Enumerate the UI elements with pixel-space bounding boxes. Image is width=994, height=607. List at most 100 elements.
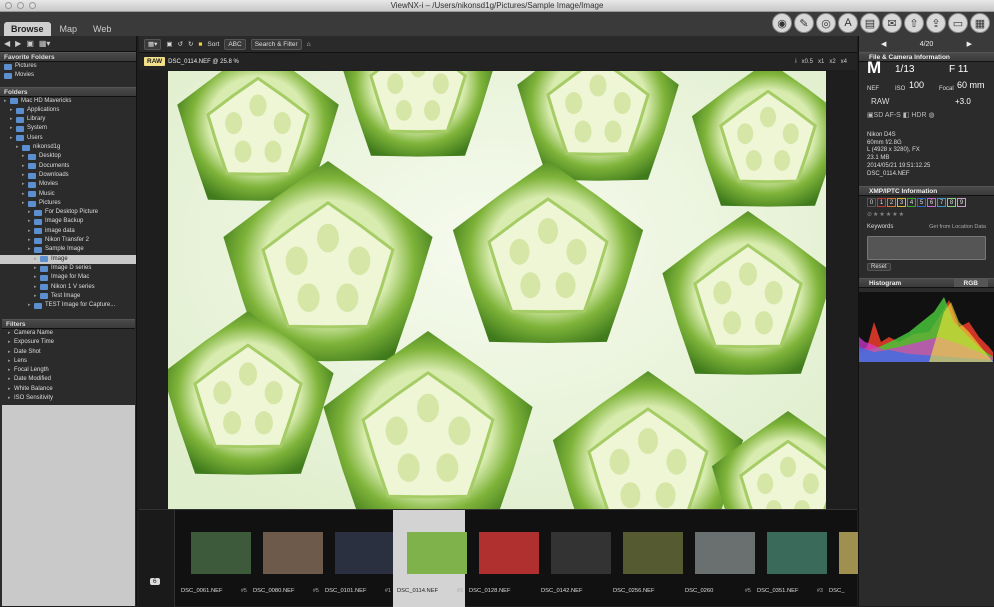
movie-icon[interactable]: ◎	[816, 13, 836, 33]
filmstrip-thumbnail[interactable]: DSC_0061.NEF #5	[177, 510, 251, 607]
filmstrip-thumbnail[interactable]: DSC_0351.NEF #3	[753, 510, 827, 607]
rotate-left-icon[interactable]: ↺	[178, 40, 183, 48]
color-label-9[interactable]: 9	[957, 198, 966, 208]
back-icon[interactable]: ◀	[4, 39, 10, 48]
view-icon[interactable]: ▦▾	[39, 39, 51, 48]
filter-item[interactable]: ▸ Date Modified	[2, 375, 135, 384]
filter-item[interactable]: ▸ Lens	[2, 357, 135, 366]
display-icon[interactable]: ▭	[948, 13, 968, 33]
tag-icon[interactable]: ⌂	[307, 41, 311, 48]
color-label-0[interactable]: 0	[867, 198, 876, 208]
color-label-7[interactable]: 7	[937, 198, 946, 208]
filters-header[interactable]: Filters	[2, 319, 135, 329]
folder-item[interactable]: ▸ image data	[0, 227, 136, 236]
export-icon[interactable]: ⇪	[926, 13, 946, 33]
favorite-item[interactable]: Pictures	[0, 62, 136, 71]
zoom-x2[interactable]: x2	[829, 59, 835, 65]
color-label-8[interactable]: 8	[947, 198, 956, 208]
filmstrip-thumbnail[interactable]: DSC_0101.NEF #1	[321, 510, 395, 607]
filter-item[interactable]: ▸ ISO Sensitivity	[2, 394, 135, 403]
rating-stars[interactable]: ⊘★★★★★	[859, 210, 994, 222]
filter-item[interactable]: ▸ Date Shot	[2, 348, 135, 357]
xmp-header[interactable]: XMP/IPTC Information	[859, 186, 994, 197]
color-label-1[interactable]: 1	[877, 198, 886, 208]
tab-map[interactable]: Map	[53, 22, 85, 36]
label-icon[interactable]: ■	[198, 41, 202, 48]
folder-item[interactable]: ▸ Users	[0, 134, 136, 143]
filter-item[interactable]: ▸ White Balance	[2, 385, 135, 394]
folder-item[interactable]: ▸ Image Backup	[0, 217, 136, 226]
folder-item[interactable]: ▸ nikonsd1g	[0, 143, 136, 152]
folder-item[interactable]: ▸ Downloads	[0, 171, 136, 180]
folder-item[interactable]: ▸ Applications	[0, 106, 136, 115]
rotate-right-icon[interactable]: ↻	[188, 40, 193, 48]
thumbnail-view-button[interactable]: ▦▾	[144, 38, 162, 50]
folder-item[interactable]: ▸ Test Image	[0, 292, 136, 301]
folder-item[interactable]: ▸ Desktop	[0, 152, 136, 161]
edit-icon[interactable]: ✎	[794, 13, 814, 33]
color-label-5[interactable]: 5	[917, 198, 926, 208]
sort-order-select[interactable]: ABC	[224, 38, 246, 50]
folder-item[interactable]: ▸ Image D series	[0, 264, 136, 273]
file-details: Nikon D4S 60mm f/2.8G L (4928 x 3280), FX 2…	[867, 132, 931, 177]
folder-item[interactable]: ▸ Pictures	[0, 199, 136, 208]
favorite-item[interactable]: Movies	[0, 71, 136, 80]
filmstrip-thumbnail[interactable]: DSC_0080.NEF #5	[249, 510, 323, 607]
favorites-header[interactable]: Favorite Folders	[0, 52, 136, 62]
upload-icon[interactable]: ⇧	[904, 13, 924, 33]
prev-icon[interactable]: ◀	[881, 40, 886, 48]
filter-item[interactable]: ▸ Focal Length	[2, 366, 135, 375]
fit-icon[interactable]: ▣	[166, 40, 172, 48]
keywords-field[interactable]	[867, 236, 986, 261]
filter-item[interactable]: ▸ Exposure Time	[2, 338, 135, 347]
histogram-header[interactable]: Histogram RGB	[859, 278, 994, 289]
folder-item[interactable]: ▸ Image	[0, 254, 136, 264]
folder-item[interactable]: ▸ Library	[0, 115, 136, 124]
filmstrip-thumbnail[interactable]: DSC_0128.NEF	[465, 510, 539, 607]
mail-icon[interactable]: ✉	[882, 13, 902, 33]
layout-icon[interactable]: ▦	[970, 13, 990, 33]
folder-item[interactable]: ▸ Nikon Transfer 2	[0, 236, 136, 245]
folder-item[interactable]: ▸ Documents	[0, 162, 136, 171]
tab-web[interactable]: Web	[86, 22, 118, 36]
okra-seed	[739, 262, 757, 286]
thumbnail-image	[767, 532, 827, 574]
zoom-x4[interactable]: x4	[841, 59, 847, 65]
zoom-x1[interactable]: x1	[818, 59, 824, 65]
folder-item[interactable]: ▸ System	[0, 124, 136, 133]
reset-button[interactable]: Reset	[867, 263, 891, 272]
filmstrip-thumbnail[interactable]: DSC_0256.NEF	[609, 510, 683, 607]
folder-item[interactable]: ▸ Sample Image	[0, 245, 136, 254]
search-filter-button[interactable]: Search & Filter	[250, 38, 302, 50]
next-icon[interactable]: ▶	[967, 40, 972, 48]
folder-icon[interactable]: ▣	[26, 39, 34, 48]
color-label-4[interactable]: 4	[907, 198, 916, 208]
color-label-3[interactable]: 3	[897, 198, 906, 208]
okra-seed	[432, 73, 449, 94]
left-panel: ◀ ▶ ▣ ▦▾ Favorite Folders Pictures Movies F…	[0, 36, 137, 606]
filmstrip-thumbnail[interactable]: DSC_0114.NEF #3	[393, 510, 467, 607]
folder-item[interactable]: ▸ TEST Image for Capture...	[0, 301, 136, 310]
folders-header[interactable]: Folders	[0, 86, 136, 97]
color-label-6[interactable]: 6	[927, 198, 936, 208]
forward-icon[interactable]: ▶	[15, 39, 21, 48]
folder-item[interactable]: ▸ Music	[0, 190, 136, 199]
folder-item[interactable]: ▸ For Desktop Picture	[0, 208, 136, 217]
app-icon[interactable]: A	[838, 13, 858, 33]
print-icon[interactable]: ▤	[860, 13, 880, 33]
zoom-x05[interactable]: x0.5	[802, 59, 813, 65]
tab-browse[interactable]: Browse	[4, 22, 51, 36]
filmstrip-thumbnail[interactable]: DSC_0260 #5	[681, 510, 755, 607]
color-label-2[interactable]: 2	[887, 198, 896, 208]
folder-item[interactable]: ▸ Movies	[0, 180, 136, 189]
filmstrip-thumbnail[interactable]: DSC_0142.NEF	[537, 510, 611, 607]
info-icon[interactable]: i	[795, 59, 796, 65]
image-viewer[interactable]	[168, 71, 826, 509]
camera-icon[interactable]: ◉	[772, 13, 792, 33]
folder-item[interactable]: ▸ Nikon 1 V series	[0, 283, 136, 292]
folder-item[interactable]: ▸ Image for Mac	[0, 273, 136, 282]
filter-item[interactable]: ▸ Camera Name	[2, 329, 135, 338]
histogram-mode-select[interactable]: RGB	[953, 279, 988, 288]
location-button[interactable]: Get from Location Data	[929, 224, 986, 232]
folder-item[interactable]: ▸ Mac HD Mavericks	[0, 97, 136, 106]
